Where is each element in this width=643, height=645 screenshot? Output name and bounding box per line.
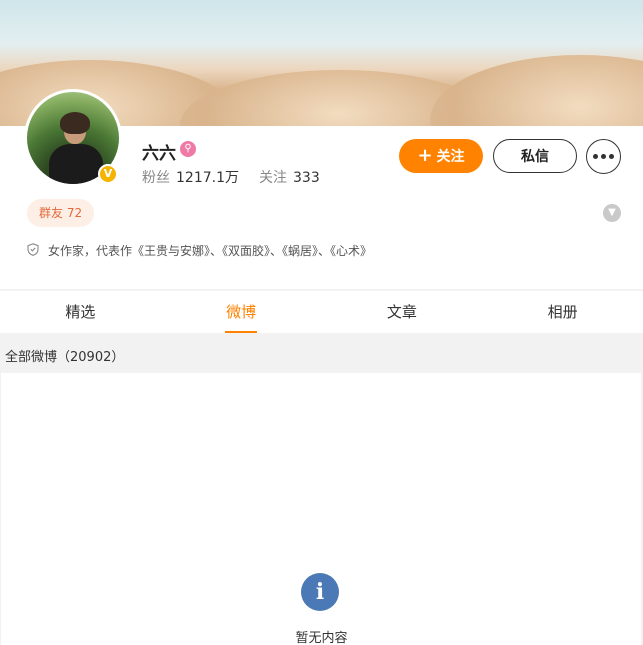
follow-button[interactable]: + 关注 (399, 139, 483, 173)
more-button[interactable] (586, 139, 621, 174)
fans-count[interactable]: 1217.1万 (176, 170, 239, 186)
message-button-label: 私信 (521, 149, 549, 165)
tab-featured[interactable]: 精选 (0, 291, 161, 333)
tab-albums[interactable]: 相册 (482, 291, 643, 333)
plus-icon: + (417, 145, 433, 166)
profile-card: V 六六 ⚲ 粉丝 1217.1万 关注 333 + 关注 私信 群友 72 ▼ 女作… (0, 89, 643, 289)
profile-bio: 女作家，代表作《王贵与安娜》、《双面胶》、《蜗居》、《心术》 (48, 244, 373, 258)
profile-stats: 粉丝 1217.1万 关注 333 (142, 167, 320, 187)
info-icon: i (301, 573, 339, 611)
profile-tabs: 精选 微博 文章 相册 (0, 291, 643, 333)
chevron-down-icon[interactable]: ▼ (603, 204, 621, 222)
fans-label: 粉丝 (142, 170, 170, 186)
tab-articles[interactable]: 文章 (322, 291, 483, 333)
vip-icon[interactable]: ⚲ (180, 141, 196, 157)
empty-state-text: 暂无内容 (295, 631, 348, 645)
cover-sand-dune (430, 55, 643, 126)
profile-name: 六六 (142, 144, 176, 164)
follow-button-label: 关注 (436, 149, 465, 165)
all-weibo-title: 全部微博（20902） (5, 350, 125, 365)
avatar-figure-body (49, 144, 103, 184)
tab-weibo[interactable]: 微博 (161, 291, 322, 333)
avatar-figure-hair (60, 112, 90, 134)
more-dots-icon (593, 154, 614, 159)
fan-group-badge[interactable]: 群友 72 (27, 199, 95, 227)
following-label: 关注 (259, 170, 287, 186)
shield-icon (27, 243, 39, 256)
message-button[interactable]: 私信 (493, 139, 577, 173)
verified-badge-icon: V (98, 164, 118, 184)
following-count[interactable]: 333 (293, 170, 320, 186)
